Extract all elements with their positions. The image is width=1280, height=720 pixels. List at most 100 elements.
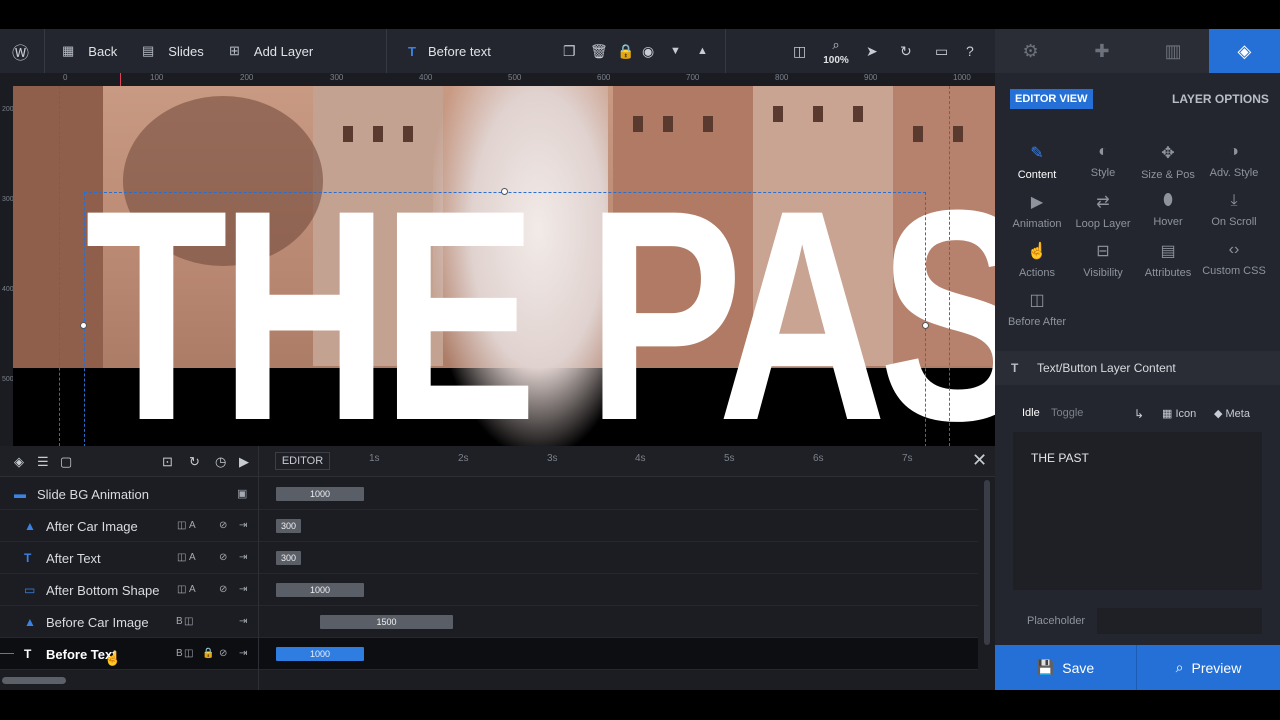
lock-icon[interactable]: 🔒 <box>617 43 634 60</box>
timeline-row[interactable]: ▲ After Car Image ◫ A ⊘ ⇥ 300 <box>0 510 978 542</box>
icon-button[interactable]: ▦ Icon <box>1162 407 1196 420</box>
timeline-bar[interactable]: 1000 <box>276 647 364 661</box>
hidden-eye-icon[interactable]: ⊘ <box>219 520 227 531</box>
collapse-icon[interactable]: ⇥ <box>239 552 247 563</box>
move-up-icon[interactable]: ▲ <box>697 45 708 57</box>
hidden-eye-icon[interactable]: ⊘ <box>219 584 227 595</box>
visibility-icon[interactable]: ◉ <box>642 43 654 60</box>
building-window <box>373 126 383 142</box>
ruler-tick: 500 <box>508 73 522 82</box>
loop-icon: ⇄ <box>1096 194 1110 211</box>
before-after-icon[interactable]: ◫ <box>793 43 806 60</box>
desktop-icon[interactable]: ▭ <box>935 43 948 60</box>
tab-size-pos[interactable]: ✥ Size & Pos <box>1135 143 1201 181</box>
slides-label: Slides <box>168 43 204 59</box>
timeline-bar[interactable]: 300 <box>276 519 301 533</box>
current-layer-selector[interactable]: T Before text <box>408 29 491 73</box>
wordpress-logo[interactable]: Ⓦ <box>12 29 29 73</box>
back-button[interactable]: ▦ Back <box>62 29 117 73</box>
vruler-tick: 500 <box>2 376 14 383</box>
timer-icon[interactable]: ◷ <box>215 454 226 470</box>
tab-animation[interactable]: ▶ Animation <box>1004 192 1070 230</box>
settings-tab[interactable]: ⚙ <box>995 29 1066 73</box>
timeline-second-label: 5s <box>724 453 735 464</box>
slide-canvas[interactable]: THE PAST <box>13 86 995 446</box>
save-button[interactable]: 💾 Save <box>995 645 1137 690</box>
play-icon[interactable]: ▶ <box>239 454 249 470</box>
timeline-bar[interactable]: 300 <box>276 551 301 565</box>
timeline-row[interactable]: ▭ After Bottom Shape ◫ A ⊘ ⇥ 1000 <box>0 574 978 606</box>
folder-icon[interactable]: ▢ <box>60 454 72 470</box>
tab-before-after[interactable]: ◫ Before After <box>1004 290 1070 328</box>
help-icon[interactable]: ? <box>966 43 974 59</box>
content-section-header[interactable]: T Text/Button Layer Content <box>995 351 1280 385</box>
timeline-bar[interactable]: 1500 <box>320 615 453 629</box>
zoom-control[interactable]: ⌕ 100% <box>822 37 850 66</box>
hidden-eye-icon[interactable]: ⊘ <box>219 552 227 563</box>
vruler-tick: 400 <box>2 286 14 293</box>
mouse-icon: ⬮ <box>1162 192 1174 209</box>
tab-hover[interactable]: ⬮ Hover <box>1135 192 1201 228</box>
tab-adv-style[interactable]: ◑ Adv. Style <box>1201 143 1267 179</box>
gallery-icon: ▥ <box>1164 40 1182 61</box>
move-down-icon[interactable]: ▼ <box>670 45 681 57</box>
link-icon[interactable]: ↳ <box>1134 407 1144 421</box>
placeholder-input[interactable] <box>1097 608 1262 634</box>
resize-handle-right[interactable] <box>922 322 929 329</box>
timeline-row-selected[interactable]: T Before Text B ◫ 🔒 ⊘ ⇥ 1000 <box>0 638 978 670</box>
timeline-bar[interactable]: 1000 <box>276 487 364 501</box>
layers-icon[interactable]: ◈ <box>14 454 24 470</box>
preview-button[interactable]: ⌕ Preview <box>1137 645 1280 690</box>
collapse-icon[interactable]: ⇥ <box>239 616 247 627</box>
timeline-row[interactable]: ▬ Slide BG Animation ▣ 1000 <box>0 478 978 510</box>
delete-icon[interactable]: 🗑 <box>590 43 608 60</box>
tab-content[interactable]: ✎ Content <box>1004 143 1070 181</box>
tab-custom-css[interactable]: ‹› Custom CSS <box>1201 241 1267 277</box>
timeline-row[interactable]: T After Text ◫ A ⊘ ⇥ 300 <box>0 542 978 574</box>
before-after-icon: ◫ <box>184 648 194 659</box>
collapse-icon[interactable]: ⇥ <box>239 584 247 595</box>
timeline-bar[interactable]: 1000 <box>276 583 364 597</box>
tab-on-scroll[interactable]: ⤓ On Scroll <box>1201 192 1267 228</box>
hidden-eye-icon[interactable]: ⊘ <box>219 648 227 659</box>
layer-options-label[interactable]: LAYER OPTIONS <box>1172 92 1269 106</box>
ruler-cursor-marker <box>120 73 121 86</box>
vruler-tick: 300 <box>2 196 14 203</box>
select-area-icon[interactable]: ⊡ <box>162 454 173 470</box>
tab-loop-layer[interactable]: ⇄ Loop Layer <box>1070 192 1136 230</box>
timeline-horizontal-scrollbar[interactable] <box>2 677 66 684</box>
collapse-icon[interactable]: ⇥ <box>239 520 247 531</box>
close-timeline-icon[interactable]: ✕ <box>972 450 987 471</box>
add-layer-button[interactable]: ⊞ Add Layer <box>229 29 313 73</box>
tab-visibility[interactable]: ⊟ Visibility <box>1070 241 1136 279</box>
toolbar-divider <box>725 29 726 73</box>
media-icon[interactable]: ▣ <box>237 487 247 500</box>
slide-bg-icon: ▬ <box>14 487 26 501</box>
collapse-icon[interactable]: ⇥ <box>239 648 247 659</box>
tab-label: Hover <box>1153 216 1183 228</box>
download-icon: ⤓ <box>1230 192 1238 209</box>
navigation-tab[interactable]: ✚ <box>1066 29 1137 73</box>
resize-handle-top[interactable] <box>501 188 508 195</box>
toggle-tab[interactable]: Toggle <box>1051 407 1083 419</box>
slides-tab[interactable]: ▥ <box>1138 29 1209 73</box>
undo-icon[interactable]: ↻ <box>900 43 912 60</box>
resize-handle-left[interactable] <box>80 322 87 329</box>
cursor-icon[interactable]: ➤ <box>866 43 878 60</box>
lock-icon[interactable]: 🔒 <box>202 648 214 659</box>
tab-label: Adv. Style <box>1209 167 1259 179</box>
meta-button[interactable]: ◆ Meta <box>1214 407 1250 420</box>
duplicate-icon[interactable]: ❐ <box>563 43 576 60</box>
tab-attributes[interactable]: ▤ Attributes <box>1135 241 1201 279</box>
timeline-vertical-scrollbar[interactable] <box>984 480 990 645</box>
list-icon[interactable]: ☰ <box>37 454 49 470</box>
timeline-editor-label[interactable]: EDITOR <box>275 452 330 470</box>
timeline-row[interactable]: ▲ Before Car Image B ◫ ⇥ 1500 <box>0 606 978 638</box>
layers-tab[interactable]: ◈ <box>1208 29 1280 73</box>
tab-actions[interactable]: ☝ Actions <box>1004 241 1070 279</box>
refresh-icon[interactable]: ↻ <box>189 454 200 470</box>
slides-button[interactable]: ▤ Slides <box>142 29 204 73</box>
idle-tab[interactable]: Idle <box>1022 407 1040 419</box>
tab-style[interactable]: ◐ Style <box>1070 143 1136 179</box>
editor-view-badge[interactable]: EDITOR VIEW <box>1010 89 1093 109</box>
